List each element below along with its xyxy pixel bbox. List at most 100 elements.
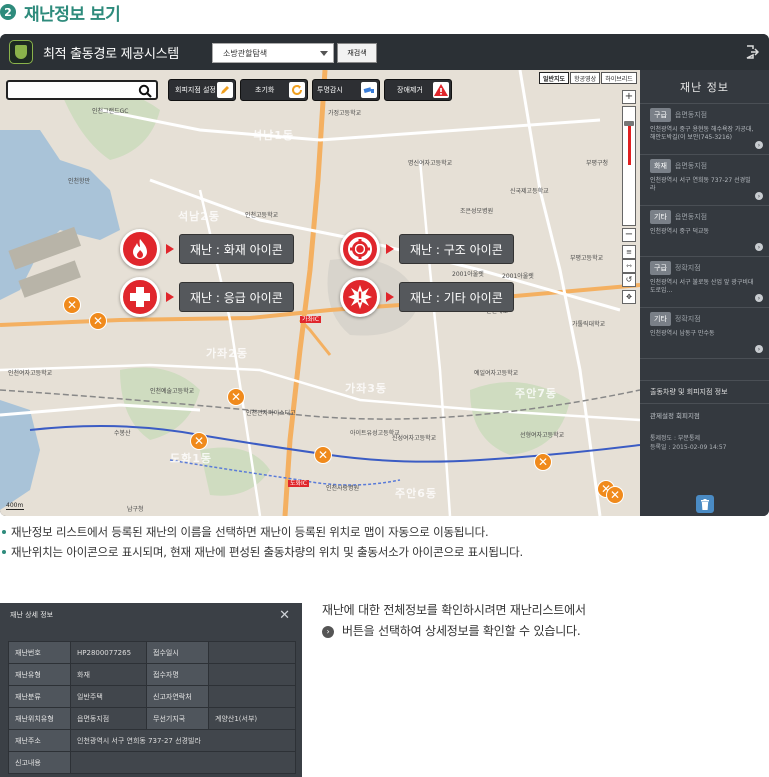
zoom-out-button[interactable]: −	[622, 228, 636, 242]
control-level: 통제정도 : 부분통제	[650, 435, 700, 442]
section-title: 재난정보 보기	[24, 4, 121, 25]
fire-station-marker[interactable]: ✕	[606, 486, 624, 504]
place-label: 인천고등학교	[245, 212, 279, 219]
location-type: 정확지점	[674, 264, 701, 272]
fire-station-marker[interactable]: ✕	[63, 296, 81, 314]
map-search-input[interactable]	[6, 80, 158, 100]
map-scale: 400m	[6, 502, 24, 510]
zoom-in-button[interactable]: +	[622, 90, 636, 104]
distance-icon[interactable]: ⇿	[622, 259, 636, 273]
zoom-slider[interactable]	[622, 106, 636, 226]
place-label: 인천사랑병원	[326, 485, 360, 492]
bullet-item: 재난정보 리스트에서 등록된 재난의 이름을 선택하면 재난이 등록된 위치로 …	[2, 522, 523, 542]
logout-icon[interactable]	[745, 45, 759, 59]
obstacle-remove-button[interactable]: 장애제거	[384, 79, 452, 101]
tool-label: 회피지점 설정	[175, 86, 216, 94]
dialog-header: 재난 상세 정보 ✕	[0, 603, 302, 627]
fire-station-marker[interactable]: ✕	[227, 388, 245, 406]
layers-icon[interactable]: ≡	[622, 245, 636, 259]
district-label: 주안7동	[515, 387, 558, 400]
description-line: › 버튼을 선택하여 상세정보를 확인할 수 있습니다.	[322, 621, 586, 642]
lifebuoy-icon[interactable]	[340, 229, 380, 269]
district-label: 석남1동	[252, 129, 295, 142]
disaster-address: 인천광역시 서구 불로동 산업 앞 광구비대 도로입...	[650, 279, 754, 294]
avoid-point-button[interactable]: 회피지점 설정	[168, 79, 236, 101]
location-type: 정확지점	[674, 315, 701, 323]
avoid-point-subtitle: 관제설정 회피지점	[650, 412, 700, 420]
dispatch-info-title: 출동차량 및 회피지점 정보	[640, 380, 769, 404]
map-view[interactable]: 석남1동 석남2동 가좌2동 가좌3동 도화1동 주안7동 주안6동 인천그랜드…	[0, 70, 640, 516]
select-value: 소방관할탐색	[223, 48, 268, 58]
disaster-address: 인천광역시 서구 연희동 737-27 선경빌라	[650, 177, 751, 192]
table-row: 재난분류 일반주택 신고자연락처	[8, 685, 296, 708]
table-row: 재난주소 인천광역시 서구 연희동 737-27 선경빌라	[8, 729, 296, 752]
disaster-list-item[interactable]: 기타 읍면동지점 인천광역시 중구 덕교동 ›	[640, 206, 769, 257]
place-label: 인천예술고등학교	[150, 388, 195, 395]
place-label: 인천그랜드GC	[92, 108, 129, 115]
table-row: 재난유형 화재 접수자명	[8, 663, 296, 686]
disaster-type-badge: 기타	[650, 210, 671, 224]
fire-station-marker[interactable]: ✕	[89, 312, 107, 330]
disaster-list-item[interactable]: 구급 읍면동지점 인천광역시 중구 용현동 해수욕장 가공대, 해안도박길(이 보…	[640, 104, 769, 155]
rotate-icon[interactable]: ↺	[622, 273, 636, 287]
bullet-item: 재난위치는 아이콘으로 표시되며, 현재 재난에 편성된 출동차량의 위치 및 …	[2, 542, 523, 562]
dispatch-info-section: 출동차량 및 회피지점 정보 관제설정 회피지점 통제정도 : 부분통제 등록일…	[640, 380, 769, 452]
jurisdiction-select[interactable]: 소방관할탐색	[212, 43, 334, 63]
map-type-hybrid[interactable]: 하이브리드	[601, 72, 637, 84]
district-label: 가좌2동	[206, 347, 249, 360]
map-type-aerial[interactable]: 항공영상	[570, 72, 601, 84]
disaster-list-item[interactable]: 기타 정확지점 인천광역시 남동구 만수동 ›	[640, 308, 769, 359]
location-type: 읍면동지점	[674, 213, 708, 221]
transparent-monitor-button[interactable]: 투명감시	[312, 79, 380, 101]
research-button[interactable]: 재검색	[337, 43, 377, 63]
district-label: 도화1동	[170, 452, 213, 465]
disaster-type-badge: 화재	[650, 159, 671, 173]
detail-chevron-icon[interactable]: ›	[755, 294, 763, 302]
detail-chevron-icon[interactable]: ›	[755, 192, 763, 200]
place-label: 가정고등학교	[328, 110, 362, 117]
chevron-right-icon: ›	[322, 625, 334, 638]
disaster-address: 인천광역시 중구 용현동 해수욕장 가공대, 해안도박길(이 보안(745-32…	[650, 126, 754, 141]
fire-station-marker[interactable]: ✕	[190, 432, 208, 450]
zoom-control: + − ≡ ⇿ ↺ ✥	[622, 90, 636, 304]
trash-icon[interactable]	[696, 495, 714, 513]
medical-cross-icon[interactable]	[120, 277, 160, 317]
registered-date: 등록일 : 2015-02-09 14:57	[650, 444, 727, 451]
bullet-dot-icon	[2, 550, 6, 554]
tool-label: 투명감시	[317, 86, 343, 94]
place-label: 부평고등학교	[570, 255, 604, 262]
ic-label: 가좌IC	[300, 316, 321, 323]
top-bar: 최적 출동경로 제공시스템 소방관할탐색 재검색	[0, 34, 769, 70]
place-label: 명신여자고등학교	[408, 160, 453, 167]
description-line: 재난에 대한 전체정보를 확인하시려면 재난리스트에서	[322, 603, 586, 617]
pan-icon[interactable]: ✥	[622, 290, 636, 304]
reset-button[interactable]: 초기화	[240, 79, 308, 101]
fire-icon[interactable]	[120, 229, 160, 269]
map-type-normal[interactable]: 일반지도	[539, 72, 570, 84]
close-icon[interactable]: ✕	[279, 608, 290, 623]
disaster-list-item[interactable]: 화재 읍면동지점 인천광역시 서구 연희동 737-27 선경빌라 ›	[640, 155, 769, 206]
detail-chevron-icon[interactable]: ›	[755, 243, 763, 251]
search-icon[interactable]	[138, 84, 152, 98]
pointer-arrow	[386, 292, 394, 302]
pointer-arrow	[166, 244, 174, 254]
disaster-type-badge: 구급	[650, 261, 671, 275]
disaster-label-other: 재난 : 기타 아이콘	[399, 282, 514, 312]
detail-chevron-icon[interactable]: ›	[755, 345, 763, 353]
detail-chevron-icon[interactable]: ›	[755, 141, 763, 149]
description-bullets: 재난정보 리스트에서 등록된 재난의 이름을 선택하면 재난이 등록된 위치로 …	[2, 522, 523, 562]
refresh-icon	[289, 82, 305, 98]
district-label: 주안6동	[395, 487, 438, 500]
disaster-list-item[interactable]: 구급 정확지점 인천광역시 서구 불로동 산업 앞 광구비대 도로입... ›	[640, 257, 769, 308]
disaster-type-badge: 구급	[650, 108, 671, 122]
place-label: 신성여자고등학교	[392, 435, 437, 442]
place-label: 가톨릭대학교	[572, 321, 606, 328]
dialog-title: 재난 상세 정보	[10, 611, 54, 619]
warning-icon	[433, 82, 449, 98]
place-label: 인천전자마이스터고	[246, 410, 296, 417]
fire-station-marker[interactable]: ✕	[534, 453, 552, 471]
disaster-detail-dialog: 재난 상세 정보 ✕ 재난번호 HP2800077265 접수일시 재난유형 화…	[0, 603, 302, 777]
pencil-icon	[217, 82, 233, 98]
fire-station-marker[interactable]: ✕	[314, 446, 332, 464]
burst-icon[interactable]	[340, 277, 380, 317]
